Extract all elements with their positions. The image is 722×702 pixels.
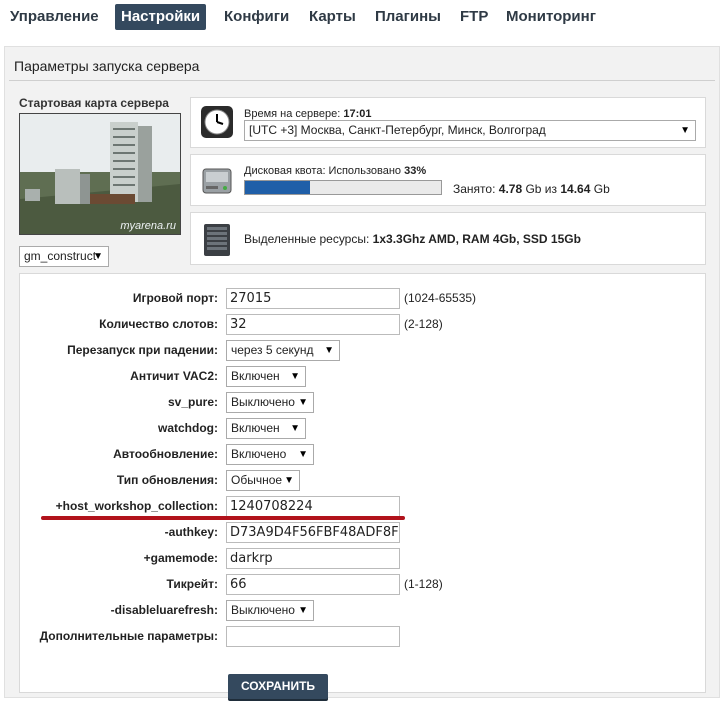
port-hint: (1024-65535) <box>404 291 477 305</box>
map-select-value: gm_construct <box>24 249 97 263</box>
restart-select[interactable]: через 5 секунд ▼ <box>226 340 340 361</box>
gamemode-label: +gamemode: <box>143 551 218 565</box>
vac-value: Включен <box>231 369 280 383</box>
settings-panel: Параметры запуска сервера Стартовая карт… <box>4 46 720 699</box>
chevron-down-icon: ▼ <box>324 345 334 356</box>
workshop-label: +host_workshop_collection: <box>55 499 218 513</box>
clock-icon <box>201 106 233 138</box>
disk-occupied-text: Занято: 4.78 Gb из 14.64 Gb <box>453 182 610 196</box>
nav-ftp[interactable]: FTP <box>454 4 494 30</box>
chevron-down-icon: ▼ <box>298 449 308 460</box>
luarefresh-select[interactable]: Выключено ▼ <box>226 600 314 621</box>
server-time-value: 17:01 <box>343 108 372 120</box>
slots-hint: (2-128) <box>404 317 443 331</box>
svpure-value: Выключено <box>231 395 295 409</box>
gamemode-input[interactable]: darkrp <box>226 548 400 569</box>
disk-quota-text: Дисковая квота: Использовано 33% <box>244 165 426 177</box>
timezone-select[interactable]: [UTC +3] Москва, Санкт-Петербург, Минск,… <box>244 120 696 141</box>
autoupdate-select[interactable]: Включено ▼ <box>226 444 314 465</box>
panel-title: Параметры запуска сервера <box>14 58 200 74</box>
tickrate-label: Тикрейт: <box>166 577 218 591</box>
extra-params-label: Дополнительные параметры: <box>39 629 218 643</box>
nav-nastroyki[interactable]: Настройки <box>115 4 207 30</box>
slots-input[interactable]: 32 <box>226 314 400 335</box>
disk-unit-text: Gb из <box>525 182 558 196</box>
chevron-down-icon: ▼ <box>93 251 103 262</box>
nav-karty[interactable]: Карты <box>303 4 362 30</box>
annotation-underline <box>41 516 405 520</box>
vac-select[interactable]: Включен ▼ <box>226 366 306 387</box>
luarefresh-value: Выключено <box>231 603 295 617</box>
port-label: Игровой порт: <box>132 291 218 305</box>
tickrate-hint: (1-128) <box>404 577 443 591</box>
disk-quota-box: Дисковая квота: Использовано 33% Занято:… <box>190 154 706 206</box>
restart-value: через 5 секунд <box>231 343 314 357</box>
autoupdate-value: Включено <box>231 447 287 461</box>
hard-drive-icon <box>202 168 232 194</box>
port-input[interactable]: 27015 <box>226 288 400 309</box>
autoupdate-label: Автообновление: <box>113 447 218 461</box>
workshop-input[interactable]: 1240708224 <box>226 496 400 517</box>
map-preview-image: myarena.ru <box>19 113 181 235</box>
disk-unit2-text: Gb <box>593 182 610 196</box>
disk-usage-fill <box>245 181 310 194</box>
timezone-value: [UTC +3] Москва, Санкт-Петербург, Минск,… <box>249 123 546 137</box>
vac-label: Античит VAC2: <box>130 369 218 383</box>
chevron-down-icon: ▼ <box>290 371 300 382</box>
server-time-box: Время на сервере: 17:01 [UTC +3] Москва,… <box>190 97 706 148</box>
server-time-text: Время на сервере: 17:01 <box>244 108 371 120</box>
authkey-label: -authkey: <box>164 525 218 539</box>
slots-label: Количество слотов: <box>99 317 218 331</box>
map-watermark: myarena.ru <box>120 220 176 232</box>
top-nav: Управление Настройки Конфиги Карты Плаги… <box>0 0 722 34</box>
luarefresh-label: -disableluarefresh: <box>110 603 218 617</box>
disk-quota-percent: 33% <box>404 165 427 177</box>
chevron-down-icon: ▼ <box>298 397 308 408</box>
update-type-value: Обычное <box>231 473 283 487</box>
restart-label: Перезапуск при падении: <box>67 343 218 357</box>
disk-quota-label: Дисковая квота: Использовано <box>244 165 402 177</box>
save-button[interactable]: СОХРАНИТЬ <box>228 674 328 699</box>
disk-total-value: 14.64 <box>560 182 591 196</box>
disk-occupied-label: Занято: <box>453 182 496 196</box>
server-rack-icon <box>204 224 230 256</box>
svpure-select[interactable]: Выключено ▼ <box>226 392 314 413</box>
map-select[interactable]: gm_construct ▼ <box>19 246 109 267</box>
authkey-input[interactable]: D73A9D4F56FBF48ADF8F5 <box>226 522 400 543</box>
nav-monitoring[interactable]: Мониторинг <box>500 4 602 30</box>
resources-box: Выделенные ресурсы: 1x3.3Ghz AMD, RAM 4G… <box>190 212 706 265</box>
disk-used-value: 4.78 <box>498 182 523 196</box>
chevron-down-icon: ▼ <box>284 475 294 486</box>
map-scene-image <box>20 114 180 234</box>
nav-konfigi[interactable]: Конфиги <box>218 4 295 30</box>
update-type-label: Тип обновления: <box>116 473 218 487</box>
nav-upravlenie[interactable]: Управление <box>4 4 105 30</box>
resources-value: 1x3.3Ghz AMD, RAM 4Gb, SSD 15Gb <box>372 232 581 246</box>
svpure-label: sv_pure: <box>167 395 218 409</box>
nav-plaginy[interactable]: Плагины <box>369 4 447 30</box>
tickrate-input[interactable]: 66 <box>226 574 400 595</box>
chevron-down-icon: ▼ <box>290 423 300 434</box>
resources-text: Выделенные ресурсы: 1x3.3Ghz AMD, RAM 4G… <box>244 232 581 246</box>
watchdog-label: watchdog: <box>158 421 218 435</box>
watchdog-select[interactable]: Включен ▼ <box>226 418 306 439</box>
disk-usage-bar <box>244 180 442 195</box>
server-time-label: Время на сервере: <box>244 108 341 120</box>
divider <box>9 80 715 81</box>
update-type-select[interactable]: Обычное ▼ <box>226 470 300 491</box>
resources-label: Выделенные ресурсы: <box>244 232 370 246</box>
launch-params-form: Игровой порт: 27015 (1024-65535) Количес… <box>19 273 706 699</box>
map-title: Стартовая карта сервера <box>19 96 169 110</box>
chevron-down-icon: ▼ <box>298 605 308 616</box>
watchdog-value: Включен <box>231 421 280 435</box>
chevron-down-icon: ▼ <box>680 125 690 136</box>
extra-params-input[interactable] <box>226 626 400 647</box>
